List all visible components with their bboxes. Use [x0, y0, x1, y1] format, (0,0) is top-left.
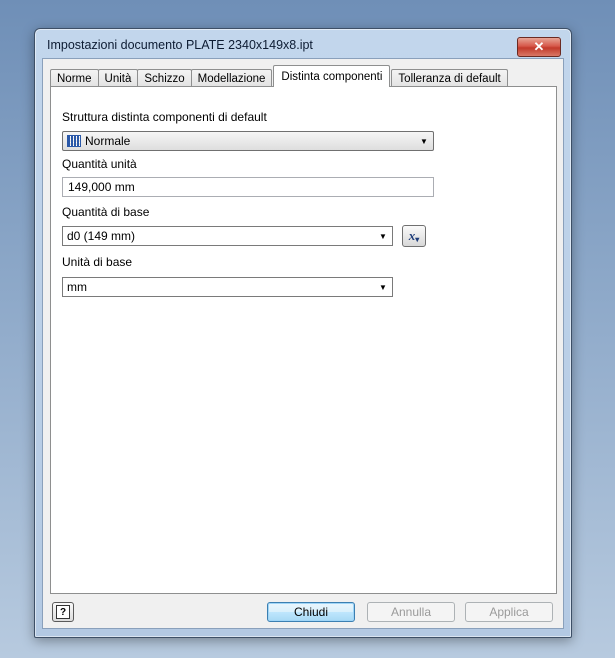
tab-distinta-componenti[interactable]: Distinta componenti [273, 65, 391, 87]
base-unit-value: mm [67, 280, 87, 294]
base-unit-label: Unità di base [62, 255, 133, 269]
chevron-down-icon: ▼ [379, 282, 387, 292]
tab-norme[interactable]: Norme [50, 69, 99, 87]
help-icon: ? [56, 605, 70, 619]
structure-label: Struttura distinta componenti di default [62, 110, 267, 124]
tab-unita[interactable]: Unità [97, 69, 139, 87]
apply-button[interactable]: Applica [465, 602, 553, 622]
tab-modellazione[interactable]: Modellazione [190, 69, 273, 87]
parameter-select-button[interactable]: x ▾ [402, 225, 426, 247]
tab-schizzo[interactable]: Schizzo [137, 69, 192, 87]
chevron-down-icon: ▼ [379, 231, 387, 241]
bom-tab-panel: Struttura distinta componenti di default… [50, 86, 557, 594]
base-qty-value: d0 (149 mm) [67, 229, 136, 243]
base-unit-dropdown[interactable]: mm ▼ [62, 277, 393, 297]
base-qty-dropdown[interactable]: d0 (149 mm) ▼ [62, 226, 393, 246]
cancel-button[interactable]: Annulla [367, 602, 455, 622]
unit-qty-value: 149,000 mm [68, 180, 135, 194]
base-qty-label: Quantità di base [62, 205, 150, 219]
help-button[interactable]: ? [52, 602, 74, 622]
window-close-button[interactable]: ✕ [517, 37, 561, 57]
grid-icon [67, 135, 81, 147]
unit-qty-field[interactable]: 149,000 mm [62, 177, 434, 197]
document-settings-dialog: Impostazioni documento PLATE 2340x149x8.… [34, 28, 572, 638]
tab-bar: Norme Unità Schizzo Modellazione Distint… [50, 65, 508, 87]
chevron-down-icon: ▼ [420, 136, 428, 146]
structure-value: Normale [85, 134, 131, 148]
structure-dropdown[interactable]: Normale ▼ [62, 131, 434, 151]
dialog-client-area: Norme Unità Schizzo Modellazione Distint… [42, 58, 564, 629]
unit-qty-label: Quantità unità [62, 157, 137, 171]
close-icon: ✕ [533, 39, 545, 54]
fx-arrow-icon: ▾ [415, 234, 420, 244]
window-title: Impostazioni documento PLATE 2340x149x8.… [47, 38, 313, 52]
tab-tolleranza-di-default[interactable]: Tolleranza di default [391, 69, 508, 87]
close-button[interactable]: Chiudi [267, 602, 355, 622]
